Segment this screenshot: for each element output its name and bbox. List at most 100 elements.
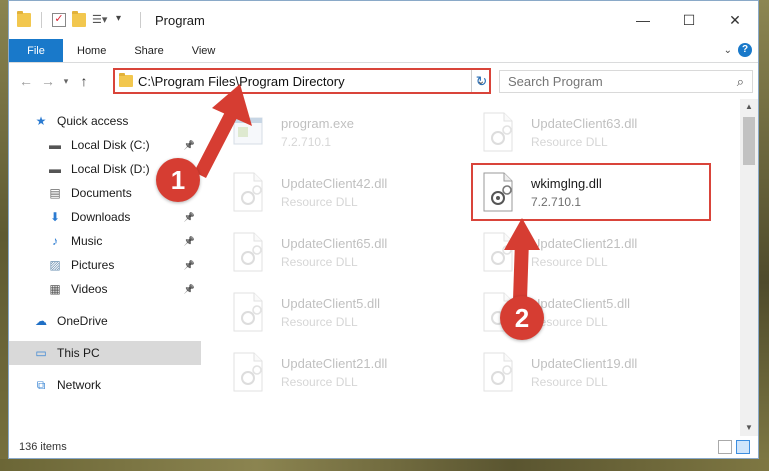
file-meta: UpdateClient65.dll Resource DLL — [281, 236, 387, 269]
address-bar[interactable]: C:\Program Files\Program Directory ⌄ — [113, 68, 491, 94]
chevron-down-icon[interactable]: ▾ — [116, 13, 130, 27]
pin-icon[interactable]: 📌 — [184, 140, 195, 151]
refresh-icon[interactable]: ↻ — [471, 70, 491, 92]
file-item[interactable]: program.exe 7.2.710.1 — [229, 105, 459, 159]
sidebar-item-videos[interactable]: ▦ Videos 📌 — [9, 277, 201, 301]
folder-icon[interactable] — [17, 11, 31, 27]
file-item[interactable]: wkimglng.dll 7.2.710.1 — [471, 163, 711, 221]
step-1-badge: 1 — [156, 158, 200, 202]
step-2-badge: 2 — [500, 296, 544, 340]
file-item[interactable]: UpdateClient42.dll Resource DLL — [229, 165, 459, 219]
tab-file[interactable]: File — [9, 39, 63, 62]
nav-this-pc[interactable]: ▭ This PC — [9, 341, 201, 365]
file-item[interactable]: UpdateClient21.dll Resource DLL — [229, 345, 459, 399]
file-meta: program.exe 7.2.710.1 — [281, 116, 354, 149]
cloud-icon: ☁ — [35, 314, 47, 328]
file-name: UpdateClient21.dll — [281, 355, 388, 371]
sidebar-item-downloads[interactable]: ⬇ Downloads 📌 — [9, 205, 201, 229]
scroll-down-icon[interactable]: ▼ — [740, 420, 758, 436]
item-count: 136 items — [19, 441, 67, 453]
nav-label: Music — [71, 234, 103, 248]
file-description: Resource DLL — [531, 254, 608, 269]
sidebar-item-local-disk-c[interactable]: ▬ Local Disk (C:) 📌 — [9, 133, 201, 157]
toolbar-divider — [140, 12, 141, 28]
nav-label: Pictures — [71, 258, 115, 272]
properties-check-icon[interactable]: ✓ — [52, 13, 66, 27]
file-description: Resource DLL — [531, 134, 608, 149]
nav-network[interactable]: ⧉ Network — [9, 373, 201, 397]
dll-icon — [479, 111, 517, 153]
file-description: 7.2.710.1 — [531, 194, 582, 209]
status-bar: 136 items — [9, 436, 758, 458]
tab-share[interactable]: Share — [120, 39, 177, 62]
vertical-scrollbar[interactable]: ▲ ▼ — [740, 99, 758, 436]
file-description: Resource DLL — [531, 314, 608, 329]
customize-toolbar-icon[interactable]: ☰▾ — [92, 13, 110, 27]
nav-label: Network — [57, 378, 102, 392]
file-meta: UpdateClient42.dll Resource DLL — [281, 176, 387, 209]
file-item[interactable]: UpdateClient5.dll Resource DLL — [229, 285, 459, 339]
new-folder-icon[interactable] — [72, 11, 86, 27]
nav-label: Videos — [71, 282, 108, 296]
sidebar-item-pictures[interactable]: ▨ Pictures 📌 — [9, 253, 201, 277]
scroll-up-icon[interactable]: ▲ — [740, 99, 758, 115]
file-meta: UpdateClient19.dll Resource DLL — [531, 356, 637, 389]
expand-ribbon-icon[interactable]: ⌄ — [724, 45, 732, 56]
back-arrow-icon[interactable]: ← — [15, 73, 37, 89]
download-icon: ⬇ — [49, 210, 61, 224]
documents-icon: ▤ — [49, 186, 61, 200]
content-area: ★ Quick access ▬ Local Disk (C:) 📌 ▬ Local D… — [9, 99, 758, 436]
details-view-icon[interactable] — [718, 440, 732, 454]
nav-label: Local Disk (C:) — [71, 138, 150, 152]
search-box[interactable]: ⌕ — [499, 70, 753, 93]
address-path[interactable]: C:\Program Files\Program Directory — [138, 74, 473, 89]
nav-label: Downloads — [71, 210, 131, 224]
up-arrow-icon[interactable]: ↑ — [73, 73, 95, 89]
file-description: Resource DLL — [281, 254, 358, 269]
large-icons-view-icon[interactable] — [736, 440, 750, 454]
file-name: UpdateClient5.dll — [531, 295, 631, 311]
tab-home[interactable]: Home — [63, 39, 120, 62]
scrollbar-thumb[interactable] — [743, 117, 755, 165]
videos-icon: ▦ — [49, 282, 61, 296]
file-item[interactable]: UpdateClient63.dll Resource DLL — [479, 105, 709, 159]
toolbar-divider — [41, 12, 42, 28]
help-icon[interactable]: ? — [738, 43, 752, 57]
window-title: Program — [155, 12, 205, 28]
navigation-pane: ★ Quick access ▬ Local Disk (C:) 📌 ▬ Local D… — [9, 99, 201, 436]
exe-icon — [229, 111, 267, 153]
nav-quick-access[interactable]: ★ Quick access — [9, 109, 201, 133]
maximize-button[interactable]: ☐ — [666, 1, 712, 39]
pin-icon[interactable]: 📌 — [184, 236, 195, 247]
file-name: UpdateClient21.dll — [531, 235, 638, 251]
file-meta: UpdateClient5.dll Resource DLL — [531, 296, 630, 329]
pin-icon[interactable]: 📌 — [184, 212, 195, 223]
file-item[interactable]: UpdateClient19.dll Resource DLL — [479, 345, 709, 399]
recent-locations-icon[interactable]: ▾ — [59, 76, 73, 87]
close-button[interactable]: ✕ — [712, 1, 758, 39]
file-name: UpdateClient19.dll — [531, 355, 638, 371]
file-item[interactable]: UpdateClient65.dll Resource DLL — [229, 225, 459, 279]
dll-icon — [229, 171, 267, 213]
nav-label: Documents — [71, 186, 132, 200]
tab-view[interactable]: View — [178, 39, 230, 62]
sidebar-item-music[interactable]: ♪ Music 📌 — [9, 229, 201, 253]
pin-icon[interactable]: 📌 — [184, 284, 195, 295]
file-explorer-window: ✓ ☰▾ ▾ Program — ☐ ✕ File Home Share Vie… — [8, 0, 759, 459]
file-item[interactable]: UpdateClient21.dll Resource DLL — [479, 225, 709, 279]
minimize-button[interactable]: — — [620, 1, 666, 39]
forward-arrow-icon[interactable]: → — [37, 73, 59, 89]
search-input[interactable] — [508, 74, 737, 89]
file-description: Resource DLL — [531, 374, 608, 389]
nav-onedrive[interactable]: ☁ OneDrive — [9, 309, 201, 333]
nav-label: OneDrive — [57, 314, 108, 328]
file-name: wkimglng.dll — [531, 175, 602, 191]
computer-icon: ▭ — [35, 346, 47, 360]
file-name: UpdateClient42.dll — [281, 175, 388, 191]
file-name: program.exe — [281, 115, 354, 131]
nav-label: This PC — [57, 346, 100, 360]
pin-icon[interactable]: 📌 — [184, 260, 195, 271]
